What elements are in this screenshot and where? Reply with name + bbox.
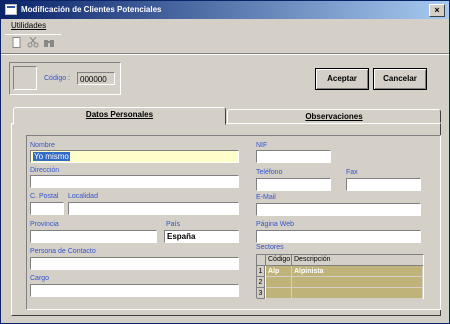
grid-header-codigo[interactable]: Código xyxy=(266,255,292,266)
codigo-group: Código : 000000 xyxy=(9,62,121,95)
web-field[interactable] xyxy=(256,230,421,243)
telefono-field[interactable] xyxy=(256,178,331,191)
nif-field[interactable] xyxy=(256,150,331,163)
direccion-field[interactable] xyxy=(30,175,239,188)
localidad-label: Localidad xyxy=(68,193,98,200)
grid-header-descripcion[interactable]: Descripción xyxy=(292,255,423,266)
tab-datos-personales[interactable]: Datos Personales xyxy=(13,107,226,125)
cpostal-field[interactable] xyxy=(30,202,64,215)
grid-cell-codigo[interactable] xyxy=(266,277,292,288)
menu-utilidades[interactable]: Utilidades xyxy=(11,21,46,30)
grid-cell-descripcion[interactable]: Alpinista xyxy=(292,266,423,277)
localidad-field[interactable] xyxy=(68,202,239,215)
menu-bar: Utilidades xyxy=(1,19,449,33)
grid-cell-descripcion[interactable] xyxy=(292,277,423,288)
codigo-field: 000000 xyxy=(77,72,115,85)
cut-icon[interactable] xyxy=(27,36,39,49)
sectores-label: Sectores xyxy=(256,244,284,251)
fax-label: Fax xyxy=(346,169,358,176)
cancel-button[interactable]: Cancelar xyxy=(373,68,427,90)
close-button[interactable]: × xyxy=(429,4,445,17)
grid-cell-descripcion[interactable] xyxy=(292,288,423,299)
table-row[interactable]: 3 xyxy=(257,288,423,299)
nombre-field[interactable]: Yo mismo xyxy=(30,150,239,163)
row-number: 2 xyxy=(257,277,265,288)
grid-cell-codigo[interactable]: Alp xyxy=(266,266,292,277)
row-number: 3 xyxy=(257,288,265,299)
pais-field[interactable]: España xyxy=(164,230,239,243)
contacto-label: Persona de Contacto xyxy=(30,248,96,255)
grid-cell-codigo[interactable] xyxy=(266,288,292,299)
row-number: 1 xyxy=(257,266,265,277)
table-row[interactable]: 2 xyxy=(257,277,423,288)
binoculars-icon[interactable] xyxy=(43,37,55,49)
grid-corner xyxy=(257,255,266,266)
tab-observaciones-label: Observaciones xyxy=(305,112,363,121)
accept-button[interactable]: Aceptar xyxy=(315,68,369,90)
cargo-label: Cargo xyxy=(30,275,50,282)
fax-field[interactable] xyxy=(346,178,421,191)
contacto-field[interactable] xyxy=(30,257,239,270)
sectores-grid[interactable]: Código Descripción 1 Alp Alpinista 2 3 xyxy=(256,254,424,299)
codigo-label: Código : xyxy=(44,75,71,82)
cargo-field[interactable] xyxy=(30,284,239,297)
provincia-field[interactable] xyxy=(30,230,157,243)
cpostal-label: C. Postal xyxy=(30,193,59,200)
photo-frame xyxy=(13,66,37,90)
toolbar-separator xyxy=(1,53,449,55)
nombre-value: Yo mismo xyxy=(33,152,70,161)
app-icon xyxy=(5,4,17,15)
telefono-label: Teléfono xyxy=(256,169,283,176)
email-label: E-Mail xyxy=(256,194,276,201)
web-label: Página Web xyxy=(256,221,295,228)
direccion-label: Dirección xyxy=(30,167,60,174)
pais-label: País xyxy=(166,221,181,228)
title-bar: Modificación de Clientes Potenciales × xyxy=(1,1,449,19)
table-row[interactable]: 1 Alp Alpinista xyxy=(257,266,423,277)
new-document-icon[interactable] xyxy=(11,37,23,49)
nombre-label: Nombre xyxy=(30,142,55,149)
tab-observaciones[interactable]: Observaciones xyxy=(227,109,441,123)
window-title: Modificación de Clientes Potenciales xyxy=(21,5,162,14)
tab-datos-personales-label: Datos Personales xyxy=(85,110,154,119)
provincia-label: Provincia xyxy=(30,221,59,228)
window: Modificación de Clientes Potenciales × U… xyxy=(0,0,450,324)
email-field[interactable] xyxy=(256,203,421,216)
toolbar xyxy=(5,34,61,52)
nif-label: NIF xyxy=(256,142,268,149)
